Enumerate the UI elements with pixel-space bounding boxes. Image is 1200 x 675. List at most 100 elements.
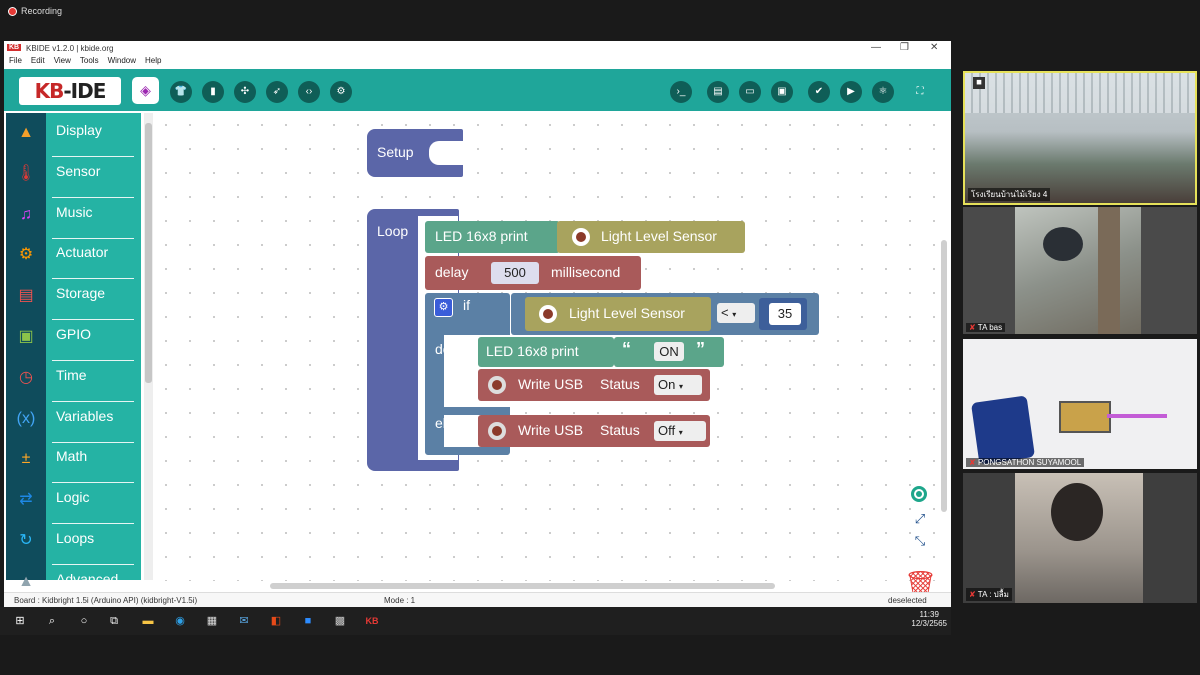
save-icon[interactable]: ▣ (771, 81, 793, 103)
participant-name-2: ✘ TA bas (966, 323, 1006, 332)
network-icon[interactable]: ⚛ (872, 81, 894, 103)
category-loops[interactable]: Loops (46, 525, 141, 565)
compare-operator-dropdown[interactable]: < ▾ (717, 303, 755, 323)
category-logic[interactable]: Logic (46, 484, 141, 525)
math-icon: ± (21, 450, 31, 468)
text-block[interactable]: “ ON ” (614, 337, 724, 367)
fullscreen-icon[interactable]: ⛶ (909, 81, 931, 103)
puzzle-icon[interactable]: ✣ (234, 81, 256, 103)
recenter-icon[interactable] (911, 486, 927, 502)
advanced-icon: ▲ (18, 572, 34, 590)
compare-value-input[interactable]: 35 (769, 303, 801, 325)
status-dropdown-1[interactable]: On ▾ (654, 375, 702, 395)
store-icon[interactable]: ▦ (204, 613, 220, 629)
task-view-icon[interactable]: ⧉ (106, 613, 122, 629)
category-label: Storage (56, 285, 106, 302)
windows-icon[interactable]: ⊞ (12, 613, 28, 629)
mode-info: Mode : 1 (384, 596, 416, 605)
category-actuator[interactable]: Actuator (46, 239, 141, 280)
settings-gear-icon[interactable]: ⚙ (434, 298, 453, 317)
sidebar-scrollbar[interactable] (144, 113, 153, 580)
category-variables[interactable]: Variables (46, 403, 141, 443)
menu-edit[interactable]: Edit (31, 56, 45, 65)
category-sensor[interactable]: Sensor (46, 158, 141, 198)
menu-file[interactable]: File (9, 56, 22, 65)
zoom-icon[interactable]: ■ (300, 613, 316, 629)
status-bar: Board : Kidbright 1.5i (Arduino API) (ki… (4, 592, 951, 607)
status-dropdown-2[interactable]: Off ▾ (654, 421, 706, 441)
led-print-block-1[interactable]: LED 16x8 print (425, 221, 560, 253)
video-tile-4[interactable]: ✘ TA : ปลื้ม (963, 473, 1197, 603)
file-explorer-icon[interactable]: ▬ (140, 613, 156, 629)
cortana-icon[interactable]: ○ (76, 613, 92, 629)
led-print-block-2[interactable]: LED 16x8 print (478, 337, 614, 367)
compare-block[interactable]: Light Level Sensor < ▾ 35 (511, 293, 819, 335)
category-label: Sensor (56, 162, 101, 179)
clock-time: 11:39 (919, 610, 939, 619)
category-display[interactable]: Display (46, 117, 141, 157)
app-icon[interactable]: ▩ (332, 613, 348, 629)
menu-window[interactable]: Window (108, 56, 136, 65)
write-usb-block-2[interactable]: Write USB Status Off ▾ (478, 415, 710, 447)
square-icon[interactable]: ▮ (202, 81, 224, 103)
category-music[interactable]: Music (46, 199, 141, 239)
text-value-input[interactable]: ON (654, 342, 684, 361)
menu-help[interactable]: Help (145, 56, 161, 65)
minimize-icon[interactable]: — (871, 42, 881, 53)
category-storage[interactable]: Storage (46, 280, 141, 321)
mail-icon[interactable]: ✉ (236, 613, 252, 629)
app-logo-icon: KB (7, 44, 22, 51)
open-folder-icon[interactable]: ▭ (739, 81, 761, 103)
menu-bar: File Edit View Tools Window Help (4, 56, 951, 69)
workspace-vertical-scrollbar[interactable] (941, 240, 947, 512)
office-icon[interactable]: ◧ (268, 613, 284, 629)
play-icon[interactable]: ▶ (840, 81, 862, 103)
category-label: Time (56, 366, 87, 383)
video-tile-3[interactable]: ✘ PONGSATHON SUYAMOOL (963, 339, 1197, 469)
delay-block[interactable]: delay 500 millisecond (425, 256, 641, 290)
check-icon[interactable]: ✔ (808, 81, 830, 103)
shirt-icon[interactable]: 👕 (170, 81, 192, 103)
video-tile-1[interactable]: ◼ โรงเรียนบ้านไม้เรียง 4 (963, 71, 1197, 205)
menu-view[interactable]: View (54, 56, 71, 65)
category-math[interactable]: Math (46, 443, 141, 484)
gear-icon[interactable]: ⚙ (330, 81, 352, 103)
zoom-to-fit-icon[interactable]: ⤢ (909, 511, 931, 533)
kbide-icon[interactable]: KB (364, 613, 380, 629)
video-tile-2[interactable]: ✘ TA bas (963, 207, 1197, 334)
terminal-icon[interactable]: ›_ (670, 81, 692, 103)
search-icon[interactable]: ⌕ (44, 613, 60, 629)
category-label: Music (56, 203, 93, 220)
category-gpio[interactable]: GPIO (46, 321, 141, 361)
category-time[interactable]: Time (46, 362, 141, 402)
workspace-horizontal-scrollbar[interactable] (270, 583, 775, 589)
zoom-reset-icon[interactable]: ⤡ (909, 533, 931, 555)
selection-status: deselected (888, 596, 927, 605)
category-label: GPIO (56, 326, 92, 342)
music-icon: ♫ (20, 205, 32, 223)
close-icon[interactable]: ✕ (930, 42, 938, 53)
category-icon-column: ▲ 🌡 ♫ ⚙ ▤ ▣ ◷ (x) ± ⇄ ↻ ▲ (6, 113, 46, 590)
light-sensor-block-2[interactable]: Light Level Sensor (525, 297, 711, 331)
rocket-icon[interactable]: ➶ (266, 81, 288, 103)
display-icon: ▲ (18, 124, 34, 141)
system-clock[interactable]: 11:39 12/3/2565 (911, 610, 947, 628)
blockly-workspace[interactable]: Setup Loop LED 16x8 print Light Level Se… (154, 113, 951, 599)
edge-icon[interactable]: ◉ (172, 613, 188, 629)
new-file-icon[interactable]: ▤ (707, 81, 729, 103)
board-cube-icon[interactable]: ◈ (132, 77, 159, 104)
sd-card-icon: ▤ (18, 287, 34, 305)
category-label: Loops (56, 530, 95, 546)
setup-block[interactable]: Setup (367, 129, 463, 177)
category-label: Logic (56, 489, 90, 506)
light-sensor-icon (539, 305, 557, 323)
maximize-icon[interactable]: ❐ (900, 42, 909, 53)
category-label: Actuator (56, 244, 109, 261)
menu-tools[interactable]: Tools (80, 56, 99, 65)
write-usb-block-1[interactable]: Write USB Status On ▾ (478, 369, 710, 401)
light-sensor-block-1[interactable]: Light Level Sensor (557, 221, 745, 253)
code-icon[interactable]: ‹› (298, 81, 320, 103)
delay-value-input[interactable]: 500 (491, 262, 539, 284)
record-icon (8, 6, 17, 16)
logic-icon: ⇄ (19, 491, 33, 509)
